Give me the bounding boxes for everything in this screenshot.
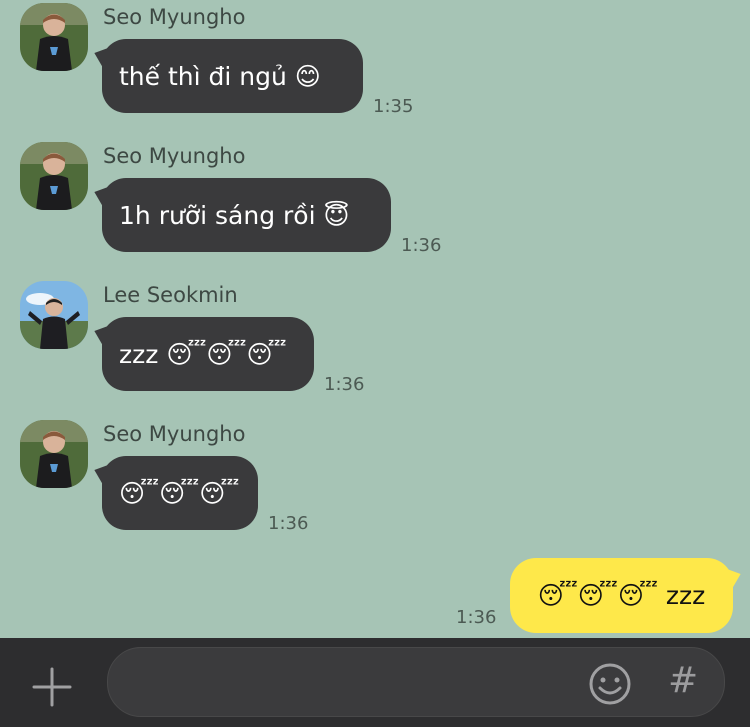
chat-area[interactable]: Seo Myungho thế thì đi ngủ 😊 1:35 Seo My… [0, 0, 750, 638]
sender-name: Seo Myungho [103, 422, 246, 446]
avatar[interactable] [20, 142, 88, 210]
avatar[interactable] [20, 281, 88, 349]
message-bubble[interactable]: 1h rưỡi sáng rồi 😇 [102, 178, 391, 252]
message-bubble[interactable]: zzz 😴😴😴 [102, 317, 314, 391]
my-message-time: 1:36 [456, 607, 497, 628]
message-time: 1:36 [324, 374, 365, 395]
hashtag-icon[interactable]: # [668, 660, 698, 701]
message-bubble[interactable]: thế thì đi ngủ 😊 [102, 39, 363, 113]
avatar[interactable] [20, 420, 88, 488]
plus-icon[interactable] [30, 665, 74, 709]
message-time: 1:36 [268, 513, 309, 534]
message-bubble[interactable]: 😴😴😴 [102, 456, 258, 530]
message-time: 1:36 [401, 235, 442, 256]
emoji-icon[interactable] [588, 662, 632, 706]
message-time: 1:35 [373, 96, 414, 117]
sender-name: Seo Myungho [103, 5, 246, 29]
sender-name: Lee Seokmin [103, 283, 238, 307]
avatar[interactable] [20, 3, 88, 71]
message-input[interactable] [107, 647, 725, 717]
my-message-bubble[interactable]: 😴😴😴 zzz [510, 558, 733, 633]
sender-name: Seo Myungho [103, 144, 246, 168]
